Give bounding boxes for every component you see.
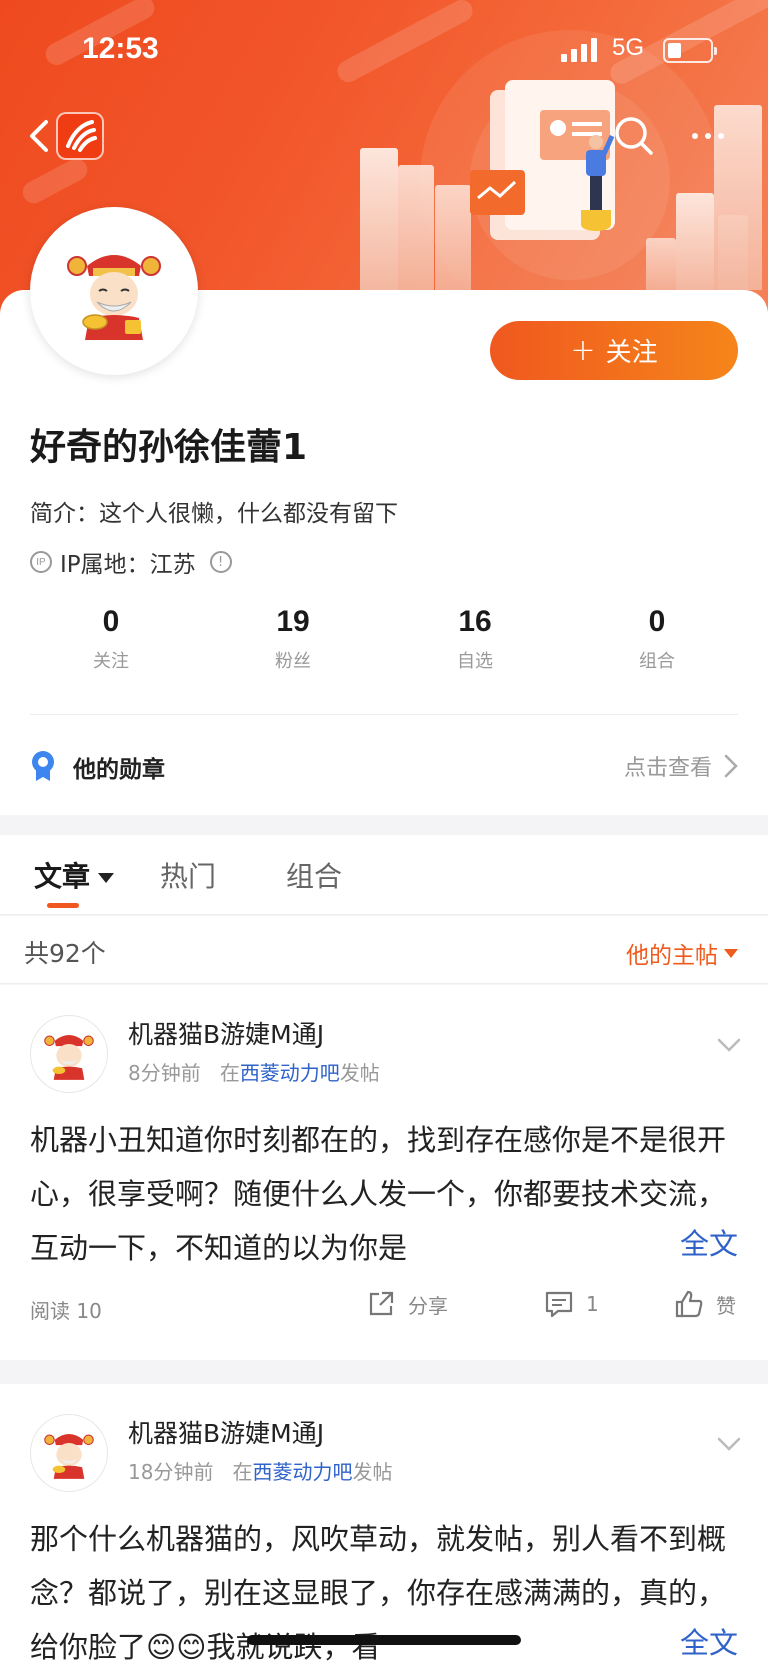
divider bbox=[30, 714, 738, 715]
post-meta: 8分钟前 在西菱动力吧发帖 bbox=[128, 1057, 380, 1086]
search-icon bbox=[615, 117, 653, 155]
post-meta: 18分钟前 在西菱动力吧发帖 bbox=[128, 1456, 393, 1485]
post-card[interactable]: 机器猫B游婕M通J 8分钟前 在西菱动力吧发帖 机器小丑知道你时刻都在的，找到存… bbox=[0, 985, 768, 1360]
chevron-down-icon[interactable] bbox=[716, 1434, 742, 1454]
author-avatar[interactable] bbox=[30, 1414, 108, 1492]
post-prefix: 在 bbox=[219, 1061, 240, 1085]
post-time: 18分钟前 bbox=[128, 1460, 214, 1484]
stat-label: 组合 bbox=[639, 651, 675, 672]
chevron-down-icon[interactable] bbox=[716, 1035, 742, 1055]
signal-icon bbox=[561, 38, 597, 62]
fortune-god-avatar-icon bbox=[44, 1035, 94, 1080]
like-label: 赞 bbox=[716, 1293, 736, 1318]
stat-following[interactable]: 0 关注 bbox=[20, 605, 202, 673]
share-icon bbox=[369, 1291, 394, 1316]
stat-value: 16 bbox=[458, 605, 492, 638]
read-count: 阅读 10 bbox=[30, 1299, 102, 1323]
like-button[interactable]: 赞 bbox=[674, 1289, 736, 1319]
search-button[interactable] bbox=[610, 112, 658, 160]
post-card[interactable]: 机器猫B游婕M通J 18分钟前 在西菱动力吧发帖 那个什么机器猫的，风吹草动，就… bbox=[0, 1384, 768, 1663]
full-text-link[interactable]: 全文 bbox=[639, 1221, 738, 1263]
tab-label: 热门 bbox=[160, 860, 217, 893]
stat-label: 粉丝 bbox=[275, 651, 311, 672]
full-text-link[interactable]: 全文 bbox=[639, 1620, 738, 1662]
banner-illustration bbox=[470, 80, 615, 240]
logo-icon bbox=[66, 120, 97, 152]
status-bar: 12:53 5G bbox=[0, 0, 768, 100]
content-tabs: 文章 热门 组合 bbox=[0, 835, 768, 915]
app-logo[interactable] bbox=[56, 112, 104, 160]
ip-location-text: IP属地：江苏 bbox=[60, 552, 196, 578]
tab-active-indicator bbox=[47, 903, 79, 908]
stat-watchlist[interactable]: 16 自选 bbox=[384, 605, 566, 673]
stat-value: 0 bbox=[102, 605, 120, 638]
medal-label: 他的勋章 bbox=[73, 757, 165, 783]
post-author[interactable]: 机器猫B游婕M通J bbox=[128, 1414, 324, 1450]
post-author[interactable]: 机器猫B游婕M通J bbox=[128, 1015, 324, 1051]
info-icon[interactable]: ! bbox=[209, 551, 232, 573]
chevron-right-icon bbox=[724, 754, 738, 778]
home-indicator[interactable] bbox=[247, 1635, 521, 1645]
profile-avatar[interactable] bbox=[30, 207, 198, 375]
comment-icon bbox=[545, 1291, 573, 1318]
dot-icon bbox=[718, 133, 724, 139]
forum-link[interactable]: 西菱动力吧 bbox=[240, 1061, 340, 1085]
post-content[interactable]: 机器小丑知道你时刻都在的，找到存在感你是不是很开心，很享受啊？随便什么人发一个，… bbox=[30, 1113, 738, 1275]
comment-count: 1 bbox=[586, 1292, 599, 1316]
tab-articles[interactable]: 文章 bbox=[34, 855, 115, 895]
network-type: 5G bbox=[612, 34, 645, 61]
tab-portfolio[interactable]: 组合 bbox=[286, 855, 342, 895]
profile-bio: 简介：这个人很懒，什么都没有留下 bbox=[30, 501, 398, 527]
ip-icon: IP bbox=[30, 551, 52, 573]
profile-nickname: 好奇的孙徐佳蕾1 bbox=[30, 427, 308, 468]
follow-button[interactable]: + 关注 bbox=[490, 321, 738, 380]
dot-icon bbox=[705, 133, 711, 139]
stat-label: 自选 bbox=[457, 651, 493, 672]
thumbs-up-icon bbox=[675, 1290, 703, 1318]
post-suffix: 发帖 bbox=[352, 1460, 393, 1484]
fortune-god-avatar-icon bbox=[44, 1434, 94, 1479]
dot-icon bbox=[692, 133, 698, 139]
status-time: 12:53 bbox=[82, 32, 159, 65]
caret-down-icon bbox=[724, 948, 738, 958]
medal-view-label: 点击查看 bbox=[623, 756, 712, 781]
ip-location: IP IP属地：江苏 ! bbox=[30, 545, 232, 579]
tab-label: 组合 bbox=[286, 860, 343, 893]
back-button[interactable] bbox=[18, 112, 58, 160]
post-actions: 阅读 10 分享 1 赞 bbox=[0, 1285, 768, 1335]
forum-link[interactable]: 西菱动力吧 bbox=[253, 1460, 353, 1484]
post-count: 共92个 bbox=[24, 939, 106, 968]
more-options-button[interactable] bbox=[683, 118, 733, 154]
author-avatar[interactable] bbox=[30, 1015, 108, 1093]
post-time: 8分钟前 bbox=[128, 1061, 201, 1085]
fortune-god-avatar-icon bbox=[67, 255, 161, 340]
posts-filter-label: 他的主帖 bbox=[626, 943, 718, 969]
chevron-left-icon bbox=[30, 120, 48, 152]
stat-value: 0 bbox=[648, 605, 666, 638]
list-header: 共92个 他的主帖 bbox=[0, 916, 768, 984]
profile-stats: 0 关注 19 粉丝 16 自选 0 组合 bbox=[20, 605, 748, 673]
comment-button[interactable]: 1 bbox=[544, 1289, 599, 1319]
share-label: 分享 bbox=[408, 1293, 448, 1318]
medal-row[interactable]: 他的勋章 点击查看 bbox=[0, 730, 768, 800]
medal-view-link[interactable]: 点击查看 bbox=[624, 750, 738, 782]
stat-label: 关注 bbox=[93, 651, 129, 672]
stat-value: 19 bbox=[276, 605, 310, 638]
posts-filter-dropdown[interactable]: 他的主帖 bbox=[626, 936, 738, 970]
tab-label: 文章 bbox=[34, 860, 91, 893]
stat-followers[interactable]: 19 粉丝 bbox=[202, 605, 384, 673]
follow-label: 关注 bbox=[605, 338, 658, 368]
plus-icon: + bbox=[570, 333, 596, 368]
stat-portfolios[interactable]: 0 组合 bbox=[566, 605, 748, 673]
share-button[interactable]: 分享 bbox=[366, 1289, 448, 1319]
medal-icon bbox=[32, 751, 54, 781]
battery-icon bbox=[663, 38, 717, 63]
tab-hot[interactable]: 热门 bbox=[160, 855, 216, 895]
post-prefix: 在 bbox=[232, 1460, 253, 1484]
caret-down-icon bbox=[98, 873, 115, 883]
post-suffix: 发帖 bbox=[339, 1061, 380, 1085]
